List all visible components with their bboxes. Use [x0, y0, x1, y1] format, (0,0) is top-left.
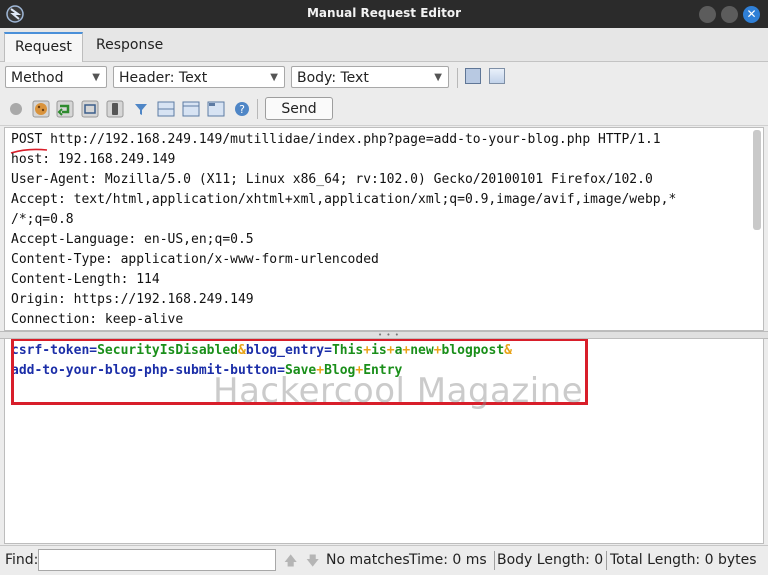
body-length-label: Body Length: 0	[497, 552, 604, 568]
chevron-down-icon: ▼	[434, 72, 442, 83]
tab-response[interactable]: Response	[86, 32, 173, 60]
header-view-select[interactable]: Header: Text ▼	[113, 66, 285, 88]
toolbar-separator	[457, 68, 458, 88]
status-bar: Find: 🡅 🡇 No matches Time: 0 ms Body Len…	[0, 545, 768, 575]
tabs-icon[interactable]	[207, 100, 225, 118]
svg-text:?: ?	[239, 103, 245, 116]
find-next-icon[interactable]: 🡇	[306, 552, 319, 574]
time-label: Time: 0 ms	[409, 552, 487, 568]
title-bar: Manual Request Editor ✕	[0, 0, 768, 28]
send-button[interactable]: Send	[265, 97, 333, 120]
redirect-icon[interactable]	[56, 100, 74, 118]
minimize-button[interactable]	[699, 6, 716, 23]
request-body-editor[interactable]: csrf-token=SecurityIsDisabled&blog_entry…	[4, 338, 764, 544]
help-icon[interactable]: ?	[233, 100, 251, 118]
close-button[interactable]: ✕	[743, 6, 760, 23]
status-dot-icon[interactable]	[7, 100, 25, 118]
maximize-button[interactable]	[721, 6, 738, 23]
cookie-icon[interactable]	[32, 100, 50, 118]
method-select-value: Method	[11, 70, 64, 86]
header-line: User-Agent: Mozilla/5.0 (X11; Linux x86_…	[11, 172, 653, 187]
status-separator	[494, 551, 495, 570]
find-previous-icon[interactable]: 🡅	[284, 552, 297, 574]
chevron-down-icon: ▼	[270, 72, 278, 83]
no-matches-label: No matches	[326, 552, 410, 568]
split-horizontal-icon[interactable]	[157, 100, 175, 118]
header-scrollbar[interactable]	[753, 130, 761, 230]
status-separator	[606, 551, 607, 570]
window-title: Manual Request Editor	[306, 6, 462, 20]
watermark: Hackercool Magazine	[213, 371, 584, 411]
header-line: /*;q=0.8	[11, 212, 74, 227]
header-line: Connection: keep-alive	[11, 312, 184, 327]
header-view-select-value: Header: Text	[119, 70, 208, 86]
filter-icon[interactable]	[132, 100, 150, 118]
total-length-label: Total Length: 0 bytes	[610, 552, 757, 568]
tab-bar: Request Response	[0, 28, 768, 62]
format-toolbar: Method ▼ Header: Text ▼ Body: Text ▼	[0, 62, 768, 92]
device-icon[interactable]	[106, 100, 124, 118]
chevron-down-icon: ▼	[92, 72, 100, 83]
split-vertical-icon[interactable]	[182, 100, 200, 118]
action-toolbar: ? Send	[0, 93, 768, 126]
method-select[interactable]: Method ▼	[5, 66, 107, 88]
header-line: Content-Length: 114	[11, 272, 160, 287]
header-line: Accept-Language: en-US,en;q=0.5	[11, 232, 254, 247]
header-line: POST http://192.168.249.149/mutillidae/i…	[11, 132, 661, 147]
body-view-select[interactable]: Body: Text ▼	[291, 66, 449, 88]
split-vertical-view-button[interactable]	[489, 68, 505, 84]
fullscreen-icon[interactable]	[81, 100, 99, 118]
header-line: Accept: text/html,application/xhtml+xml,…	[11, 192, 677, 207]
header-line: Origin: https://192.168.249.149	[11, 292, 254, 307]
request-header-editor[interactable]: POST http://192.168.249.149/mutillidae/i…	[4, 127, 764, 331]
toolbar-separator	[257, 99, 258, 119]
split-horizontal-view-button[interactable]	[465, 68, 481, 84]
header-line: host: 192.168.249.149	[11, 152, 176, 167]
body-view-select-value: Body: Text	[297, 70, 369, 86]
header-line: Content-Type: application/x-www-form-url…	[11, 252, 379, 267]
tab-request[interactable]: Request	[4, 32, 83, 62]
find-input[interactable]	[38, 549, 276, 571]
find-label: Find:	[5, 552, 39, 568]
